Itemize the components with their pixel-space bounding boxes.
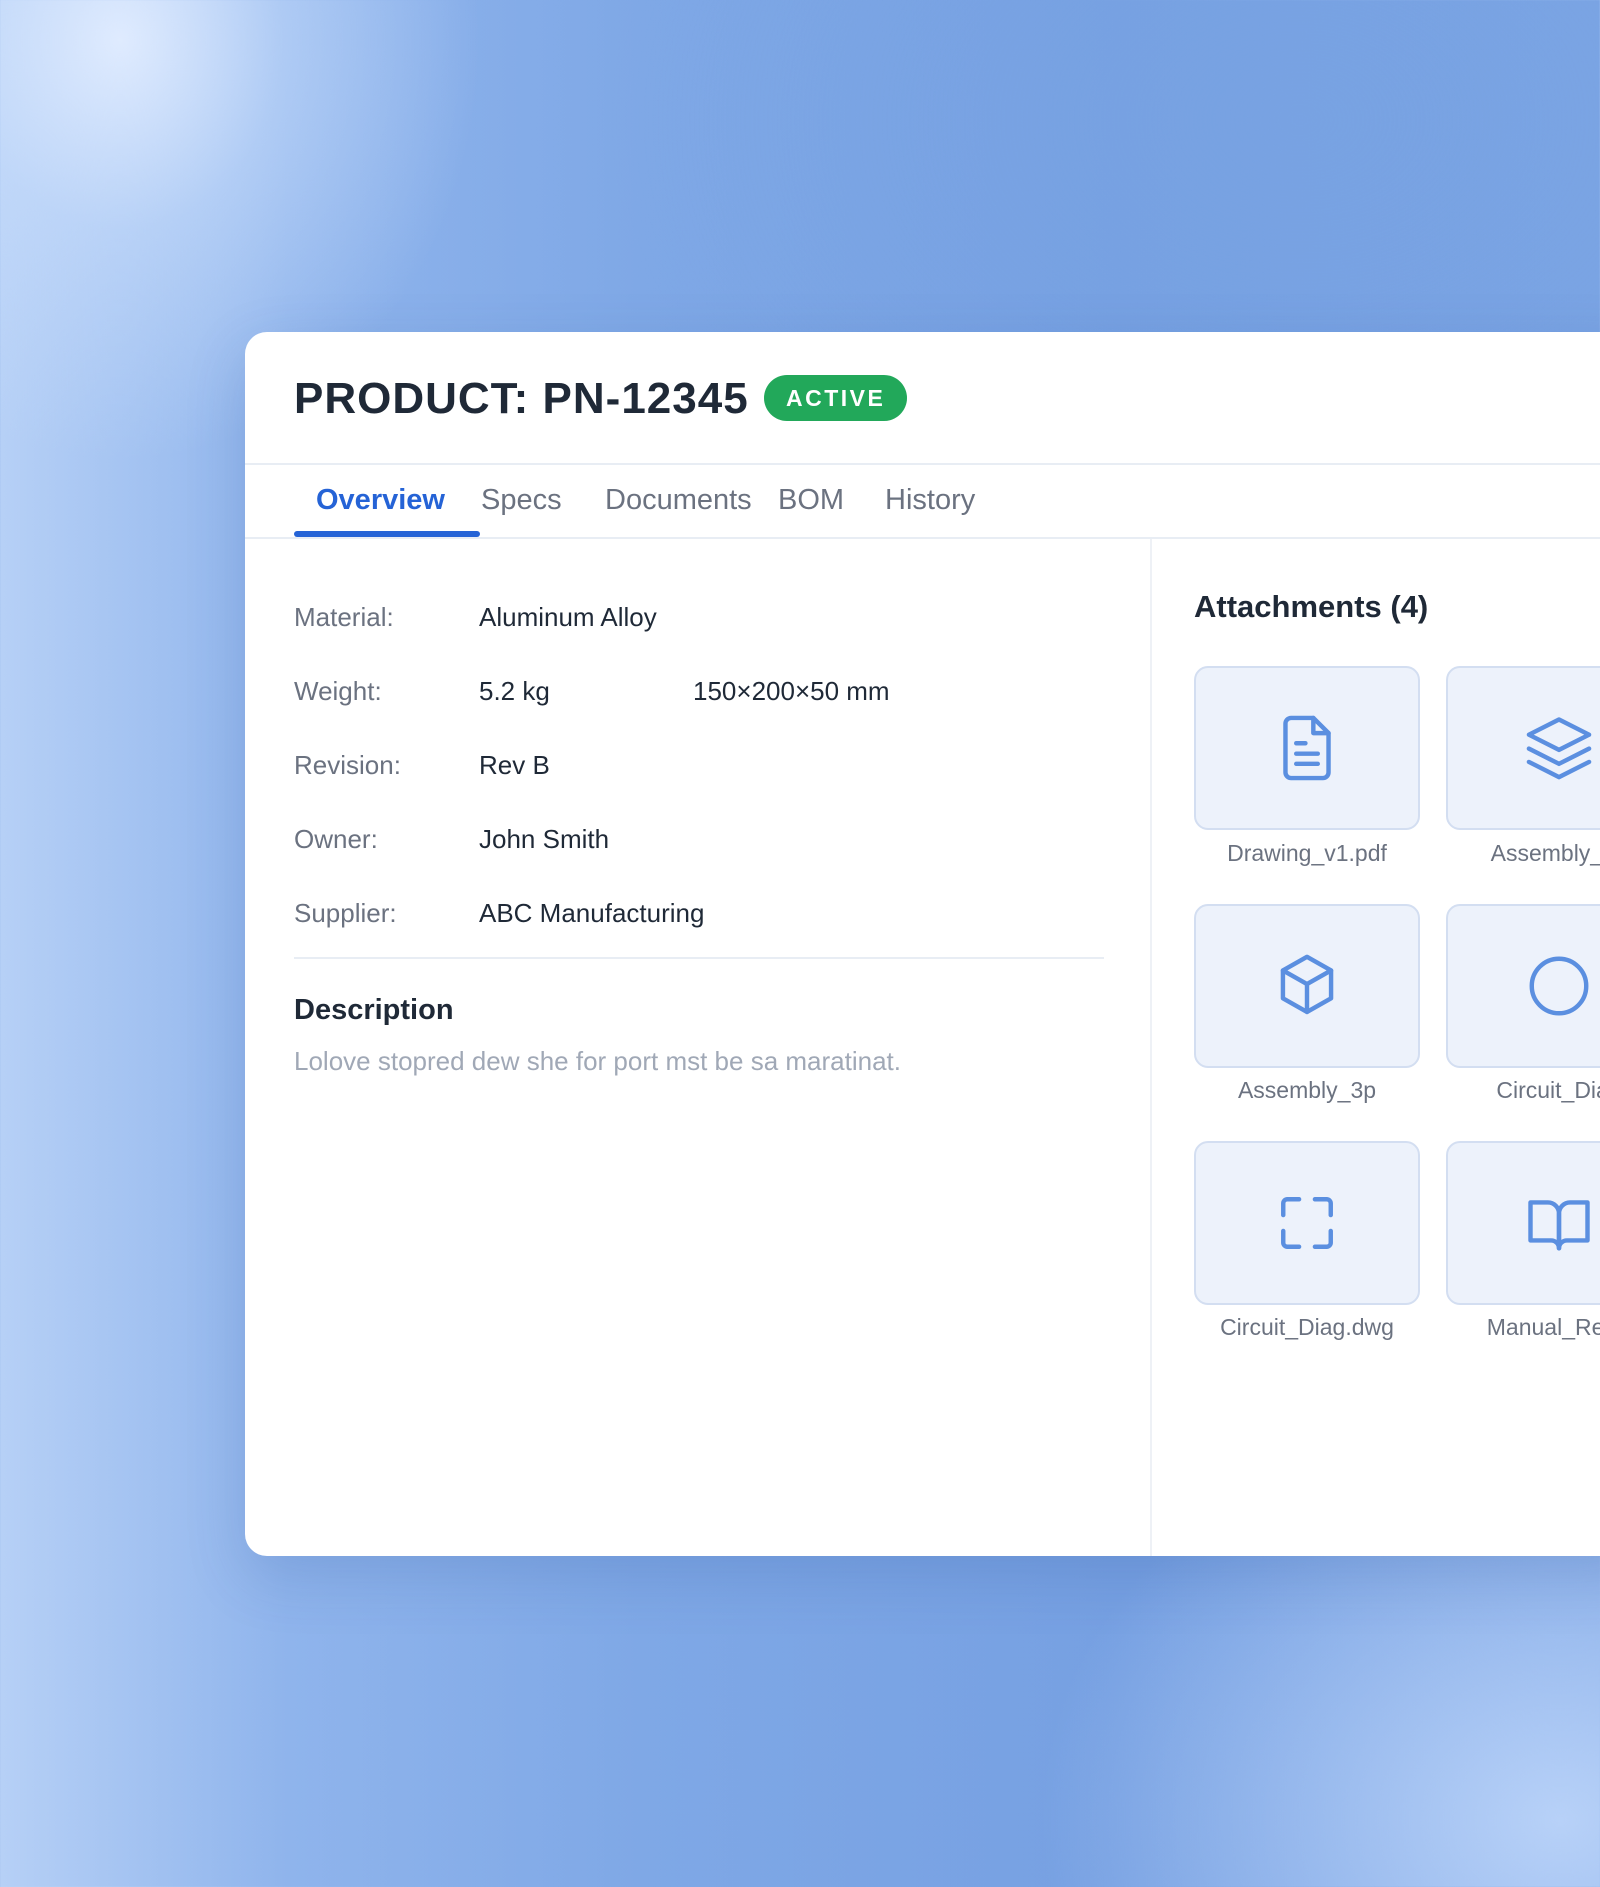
status-badge: ACTIVE — [764, 375, 908, 421]
document-icon — [1283, 715, 1331, 781]
property-row-revision: Revision: Rev B — [294, 750, 1104, 824]
layers-icon — [1526, 717, 1592, 780]
product-header: PRODUCT: PN-12345 ACTIVE — [245, 332, 1600, 465]
property-row-weight: Weight: 5.2 kg 150×200×50 mm — [294, 676, 1104, 750]
tab-bar: Overview Specs Documents BOM History — [294, 465, 1594, 537]
book-icon — [1528, 1200, 1590, 1251]
tab-documents[interactable]: Documents — [605, 465, 752, 537]
properties-divider — [294, 957, 1104, 959]
property-label: Revision: — [294, 750, 401, 780]
property-row-supplier: Supplier: ABC Manufacturing — [294, 898, 1104, 972]
attachment-name: Assembly_v1 — [1490, 840, 1600, 866]
attachment-tile-manual[interactable] — [1446, 1141, 1600, 1305]
circle-icon — [1529, 956, 1589, 1016]
cube-icon — [1280, 954, 1334, 1015]
property-row-material: Material: Aluminum Alloy — [294, 602, 1104, 676]
attachment-tile-circuit-diag-dwg[interactable] — [1194, 1141, 1420, 1305]
property-value: ABC Manufacturing — [479, 898, 705, 928]
attachment-tile-assembly-3p[interactable] — [1194, 904, 1420, 1068]
panel-divider — [1150, 539, 1152, 1556]
tab-history[interactable]: History — [885, 465, 975, 537]
property-label: Weight: — [294, 676, 382, 706]
product-card: PRODUCT: PN-12345 ACTIVE Overview Specs … — [245, 332, 1600, 1556]
property-label: Supplier: — [294, 898, 397, 928]
tabs-divider — [245, 537, 1600, 539]
property-row-owner: Owner: John Smith — [294, 824, 1104, 898]
attachment-name: Manual_RevB — [1486, 1314, 1600, 1340]
property-value: Rev B — [479, 750, 550, 780]
frame-corners-icon — [1281, 1197, 1333, 1249]
attachment-name: Assembly_3p — [1237, 1077, 1377, 1103]
property-value: 5.2 kg — [479, 676, 550, 706]
attachment-name: Circuit_Diag — [1496, 1077, 1600, 1103]
attachment-tile-assembly-v1[interactable] — [1446, 666, 1600, 830]
attachment-name: Circuit_Diag.dwg — [1220, 1314, 1394, 1340]
property-value: Aluminum Alloy — [479, 602, 657, 632]
attachment-tile-circuit-diag[interactable] — [1446, 904, 1600, 1068]
property-dimensions: 150×200×50 mm — [693, 676, 890, 706]
property-value: John Smith — [479, 824, 610, 854]
property-label: Owner: — [294, 824, 378, 854]
product-title: PRODUCT: PN-12345 — [294, 374, 749, 423]
attachment-tile-drawing[interactable] — [1194, 666, 1420, 830]
property-label: Material: — [294, 602, 394, 632]
tab-bom[interactable]: BOM — [778, 465, 844, 537]
properties-list: Material: Aluminum Alloy Weight: 5.2 kg … — [294, 602, 1104, 972]
attachments-heading: Attachments (4) — [1194, 589, 1429, 624]
description-text: Lolove stopred dew she for port mst be s… — [294, 1046, 901, 1076]
tab-overview[interactable]: Overview — [316, 465, 445, 537]
tab-specs[interactable]: Specs — [481, 465, 562, 537]
attachment-name: Drawing_v1.pdf — [1227, 840, 1387, 866]
description-heading: Description — [294, 994, 454, 1026]
